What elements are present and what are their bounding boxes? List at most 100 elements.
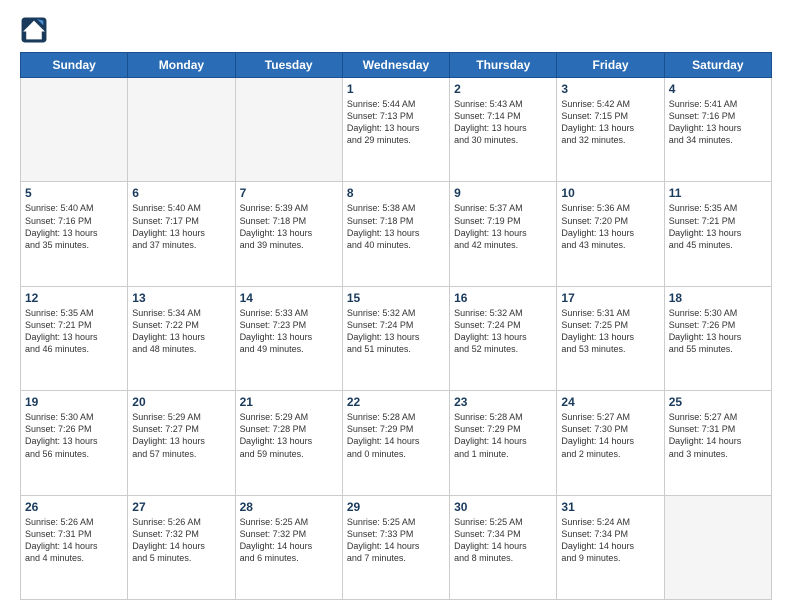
calendar-cell: 1 Sunrise: 5:44 AM Sunset: 7:13 PM Daylig… [342,78,449,182]
calendar-dow-saturday: Saturday [664,53,771,78]
calendar-cell: 3Sunrise: 5:42 AM Sunset: 7:15 PM Daylig… [557,78,664,182]
day-number: 18 [669,291,767,305]
calendar-week-row: 1 Sunrise: 5:44 AM Sunset: 7:13 PM Daylig… [21,78,772,182]
day-info: Sunrise: 5:24 AM Sunset: 7:34 PM Dayligh… [561,516,659,565]
day-info: Sunrise: 5:30 AM Sunset: 7:26 PM Dayligh… [25,411,123,460]
calendar-cell: 16 Sunrise: 5:32 AM Sunset: 7:24 PM Dayli… [450,286,557,390]
day-info: Sunrise: 5:41 AM Sunset: 7:16 PM Dayligh… [669,98,767,147]
calendar-cell [21,78,128,182]
day-info: Sunrise: 5:29 AM Sunset: 7:27 PM Dayligh… [132,411,230,460]
calendar-cell: 4 Sunrise: 5:41 AM Sunset: 7:16 PM Daylig… [664,78,771,182]
day-info: Sunrise: 5:38 AM Sunset: 7:18 PM Dayligh… [347,202,445,251]
calendar-cell: 12Sunrise: 5:35 AM Sunset: 7:21 PM Dayli… [21,286,128,390]
calendar-cell: 6 Sunrise: 5:40 AM Sunset: 7:17 PM Daylig… [128,182,235,286]
day-number: 6 [132,186,230,200]
day-number: 9 [454,186,552,200]
calendar-dow-wednesday: Wednesday [342,53,449,78]
calendar-cell: 18 Sunrise: 5:30 AM Sunset: 7:26 PM Dayli… [664,286,771,390]
day-number: 2 [454,82,552,96]
calendar-cell: 31 Sunrise: 5:24 AM Sunset: 7:34 PM Dayli… [557,495,664,599]
day-info: Sunrise: 5:40 AM Sunset: 7:17 PM Dayligh… [132,202,230,251]
day-number: 13 [132,291,230,305]
day-number: 26 [25,500,123,514]
day-number: 21 [240,395,338,409]
day-info: Sunrise: 5:33 AM Sunset: 7:23 PM Dayligh… [240,307,338,356]
day-info: Sunrise: 5:25 AM Sunset: 7:33 PM Dayligh… [347,516,445,565]
day-number: 7 [240,186,338,200]
day-info: Sunrise: 5:40 AM Sunset: 7:16 PM Dayligh… [25,202,123,251]
day-info: Sunrise: 5:26 AM Sunset: 7:32 PM Dayligh… [132,516,230,565]
logo [20,16,52,44]
calendar-cell [128,78,235,182]
day-info: Sunrise: 5:43 AM Sunset: 7:14 PM Dayligh… [454,98,552,147]
day-number: 5 [25,186,123,200]
calendar-cell: 29 Sunrise: 5:25 AM Sunset: 7:33 PM Dayli… [342,495,449,599]
calendar-cell: 11 Sunrise: 5:35 AM Sunset: 7:21 PM Dayli… [664,182,771,286]
calendar-cell: 7 Sunrise: 5:39 AM Sunset: 7:18 PM Daylig… [235,182,342,286]
calendar-dow-monday: Monday [128,53,235,78]
day-number: 20 [132,395,230,409]
calendar-cell: 27 Sunrise: 5:26 AM Sunset: 7:32 PM Dayli… [128,495,235,599]
calendar-cell: 24 Sunrise: 5:27 AM Sunset: 7:30 PM Dayli… [557,391,664,495]
calendar-week-row: 5 Sunrise: 5:40 AM Sunset: 7:16 PM Daylig… [21,182,772,286]
day-number: 19 [25,395,123,409]
day-number: 11 [669,186,767,200]
day-info: Sunrise: 5:25 AM Sunset: 7:32 PM Dayligh… [240,516,338,565]
day-info: Sunrise: 5:30 AM Sunset: 7:26 PM Dayligh… [669,307,767,356]
day-number: 25 [669,395,767,409]
day-info: Sunrise: 5:27 AM Sunset: 7:30 PM Dayligh… [561,411,659,460]
calendar-dow-friday: Friday [557,53,664,78]
calendar-dow-tuesday: Tuesday [235,53,342,78]
day-info: Sunrise: 5:28 AM Sunset: 7:29 PM Dayligh… [347,411,445,460]
day-number: 8 [347,186,445,200]
calendar-cell: 21Sunrise: 5:29 AM Sunset: 7:28 PM Dayli… [235,391,342,495]
day-number: 14 [240,291,338,305]
calendar-cell: 30Sunrise: 5:25 AM Sunset: 7:34 PM Dayli… [450,495,557,599]
calendar-cell: 19 Sunrise: 5:30 AM Sunset: 7:26 PM Dayli… [21,391,128,495]
day-info: Sunrise: 5:37 AM Sunset: 7:19 PM Dayligh… [454,202,552,251]
day-info: Sunrise: 5:44 AM Sunset: 7:13 PM Dayligh… [347,98,445,147]
day-info: Sunrise: 5:39 AM Sunset: 7:18 PM Dayligh… [240,202,338,251]
calendar-week-row: 26 Sunrise: 5:26 AM Sunset: 7:31 PM Dayli… [21,495,772,599]
calendar-cell: 5 Sunrise: 5:40 AM Sunset: 7:16 PM Daylig… [21,182,128,286]
calendar-header-row: SundayMondayTuesdayWednesdayThursdayFrid… [21,53,772,78]
day-number: 27 [132,500,230,514]
day-number: 30 [454,500,552,514]
day-number: 15 [347,291,445,305]
page: SundayMondayTuesdayWednesdayThursdayFrid… [0,0,792,612]
calendar-cell: 9 Sunrise: 5:37 AM Sunset: 7:19 PM Daylig… [450,182,557,286]
calendar-cell: 23Sunrise: 5:28 AM Sunset: 7:29 PM Dayli… [450,391,557,495]
calendar-cell: 20 Sunrise: 5:29 AM Sunset: 7:27 PM Dayli… [128,391,235,495]
calendar-cell: 8 Sunrise: 5:38 AM Sunset: 7:18 PM Daylig… [342,182,449,286]
day-info: Sunrise: 5:32 AM Sunset: 7:24 PM Dayligh… [454,307,552,356]
day-number: 16 [454,291,552,305]
day-info: Sunrise: 5:31 AM Sunset: 7:25 PM Dayligh… [561,307,659,356]
day-number: 29 [347,500,445,514]
day-number: 31 [561,500,659,514]
day-info: Sunrise: 5:26 AM Sunset: 7:31 PM Dayligh… [25,516,123,565]
day-number: 28 [240,500,338,514]
header [20,16,772,44]
calendar-cell [664,495,771,599]
calendar-cell: 2 Sunrise: 5:43 AM Sunset: 7:14 PM Daylig… [450,78,557,182]
calendar-cell [235,78,342,182]
calendar-cell: 17 Sunrise: 5:31 AM Sunset: 7:25 PM Dayli… [557,286,664,390]
day-number: 17 [561,291,659,305]
calendar-cell: 10Sunrise: 5:36 AM Sunset: 7:20 PM Dayli… [557,182,664,286]
calendar-dow-sunday: Sunday [21,53,128,78]
day-info: Sunrise: 5:35 AM Sunset: 7:21 PM Dayligh… [25,307,123,356]
day-number: 24 [561,395,659,409]
day-number: 23 [454,395,552,409]
day-number: 10 [561,186,659,200]
calendar-cell: 25Sunrise: 5:27 AM Sunset: 7:31 PM Dayli… [664,391,771,495]
day-number: 3 [561,82,659,96]
logo-icon [20,16,48,44]
calendar-cell: 15 Sunrise: 5:32 AM Sunset: 7:24 PM Dayli… [342,286,449,390]
day-info: Sunrise: 5:32 AM Sunset: 7:24 PM Dayligh… [347,307,445,356]
calendar-week-row: 12Sunrise: 5:35 AM Sunset: 7:21 PM Dayli… [21,286,772,390]
day-info: Sunrise: 5:35 AM Sunset: 7:21 PM Dayligh… [669,202,767,251]
day-number: 1 [347,82,445,96]
day-number: 22 [347,395,445,409]
day-number: 4 [669,82,767,96]
day-info: Sunrise: 5:34 AM Sunset: 7:22 PM Dayligh… [132,307,230,356]
